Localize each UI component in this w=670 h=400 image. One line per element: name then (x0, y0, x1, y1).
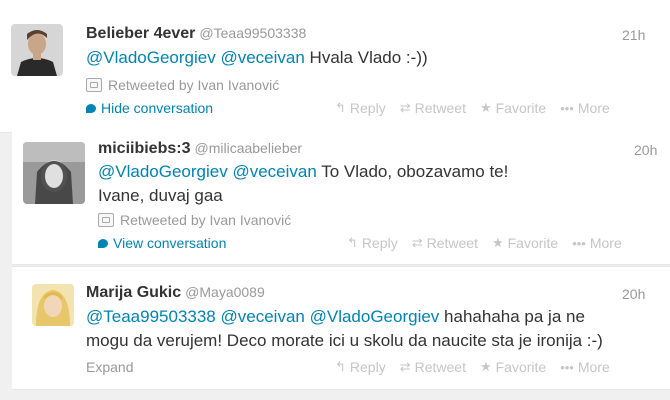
view-conversation-link[interactable]: View conversation (98, 235, 226, 251)
author-handle[interactable]: @Maya0089 (185, 284, 265, 300)
hide-conversation-link[interactable]: Hide conversation (86, 100, 213, 116)
tweet-actions: ↰ Reply ⇄ Retweet ★ Favorite ••• More (335, 359, 610, 375)
retweet-attribution: Retweeted by Ivan Ivanović (86, 77, 279, 93)
conversation-bubble-icon (98, 238, 108, 248)
star-icon: ★ (491, 235, 504, 250)
expand-link[interactable]: Expand (86, 359, 133, 375)
tweet-timestamp[interactable]: 21h (622, 27, 645, 43)
retweet-attribution: Retweeted by Ivan Ivanović (98, 212, 291, 228)
mention-link[interactable]: @VladoGeorgiev (310, 307, 440, 326)
tweet-actions: ↰ Reply ⇄ Retweet ★ Favorite ••• More (335, 100, 610, 116)
more-dots-icon: ••• (572, 235, 586, 251)
retweeted-icon (86, 78, 102, 92)
retweet-button[interactable]: ⇄ Retweet (400, 100, 466, 116)
tweet-actions: ↰ Reply ⇄ Retweet ★ Favorite ••• More (347, 235, 622, 251)
reply-button[interactable]: ↰ Reply (347, 235, 398, 251)
tweet-item[interactable]: Belieber 4ever @Teaa99503338 21h @VladoGe… (0, 0, 670, 133)
mention-link[interactable]: @Teaa99503338 (86, 307, 216, 326)
avatar[interactable] (23, 142, 85, 204)
favorite-label: Favorite (495, 100, 547, 116)
tweet-text: @VladoGeorgiev @veceivan To Vlado, oboza… (98, 160, 508, 184)
tweet-timestamp[interactable]: 20h (634, 142, 657, 158)
reply-button[interactable]: ↰ Reply (335, 100, 386, 116)
retweet-icon: ⇄ (399, 359, 411, 374)
more-label: More (589, 235, 622, 251)
conversation-bubble-icon (86, 103, 96, 113)
mention-link[interactable]: @veceivan (232, 162, 316, 181)
reply-button[interactable]: ↰ Reply (335, 359, 386, 375)
mention-link[interactable]: @veceivan (221, 307, 305, 326)
more-button[interactable]: ••• More (572, 235, 622, 251)
tweet-item[interactable]: miciibiebs:3 @milicaabelieber 20h @VladoG… (12, 132, 670, 265)
mention-link[interactable]: @VladoGeorgiev (86, 48, 216, 67)
author-handle[interactable]: @Teaa99503338 (199, 25, 306, 41)
tweet-text: @Teaa99503338 @veceivan @VladoGeorgiev h… (86, 305, 585, 329)
tweet-timestamp[interactable]: 20h (622, 286, 645, 302)
more-dots-icon: ••• (560, 359, 574, 375)
retweeted-by-label: Retweeted by Ivan Ivanović (108, 77, 280, 93)
retweeted-by-label: Retweeted by Ivan Ivanović (120, 212, 292, 228)
avatar[interactable] (11, 24, 63, 76)
more-label: More (577, 100, 610, 116)
tweet-text-line2: Ivane, duvaj gaa (98, 186, 223, 205)
reply-label: Reply (361, 235, 398, 251)
retweet-label: Retweet (426, 235, 478, 251)
author-name[interactable]: Marija Gukic (86, 284, 181, 301)
tweet-body: Hvala Vlado :-)) (309, 48, 428, 67)
mention-link[interactable]: @VladoGeorgiev (98, 162, 228, 181)
author-handle[interactable]: @milicaabelieber (194, 140, 302, 156)
more-button[interactable]: ••• More (560, 100, 610, 116)
retweet-icon: ⇄ (411, 235, 423, 250)
avatar[interactable] (32, 284, 74, 326)
tweet-author[interactable]: Marija Gukic @Maya0089 (86, 284, 265, 302)
more-button[interactable]: ••• More (560, 359, 610, 375)
reply-label: Reply (349, 359, 386, 375)
reply-arrow-icon: ↰ (335, 359, 346, 374)
tweet-text: @VladoGeorgiev @veceivan Hvala Vlado :-)… (86, 46, 428, 70)
more-dots-icon: ••• (560, 100, 574, 116)
favorite-button[interactable]: ★ Favorite (480, 359, 546, 375)
retweet-button[interactable]: ⇄ Retweet (400, 359, 466, 375)
retweet-icon: ⇄ (399, 100, 411, 115)
mention-link[interactable]: @veceivan (220, 48, 304, 67)
retweet-label: Retweet (414, 359, 466, 375)
favorite-button[interactable]: ★ Favorite (480, 100, 546, 116)
tweet-body: To Vlado, obozavamo te! (321, 162, 509, 181)
more-label: More (577, 359, 610, 375)
reply-arrow-icon: ↰ (335, 100, 346, 115)
author-name[interactable]: miciibiebs:3 (98, 140, 190, 157)
tweet-author[interactable]: miciibiebs:3 @milicaabelieber (98, 140, 302, 158)
author-name[interactable]: Belieber 4ever (86, 25, 195, 42)
star-icon: ★ (479, 100, 492, 115)
reply-arrow-icon: ↰ (347, 235, 358, 250)
tweet-body: hahahaha pa ja ne (444, 307, 585, 326)
tweet-author[interactable]: Belieber 4ever @Teaa99503338 (86, 25, 306, 43)
retweet-label: Retweet (414, 100, 466, 116)
conversation-label[interactable]: Hide conversation (101, 100, 213, 116)
retweet-button[interactable]: ⇄ Retweet (412, 235, 478, 251)
tweet-text-line2: mogu da verujem! Deco morate ici u skolu… (86, 331, 603, 350)
star-icon: ★ (479, 359, 492, 374)
favorite-label: Favorite (507, 235, 559, 251)
retweeted-icon (98, 213, 114, 227)
favorite-label: Favorite (495, 359, 547, 375)
conversation-label[interactable]: View conversation (113, 235, 226, 251)
tweet-item[interactable]: Marija Gukic @Maya0089 20h @Teaa99503338 … (12, 266, 670, 390)
favorite-button[interactable]: ★ Favorite (492, 235, 558, 251)
reply-label: Reply (349, 100, 386, 116)
